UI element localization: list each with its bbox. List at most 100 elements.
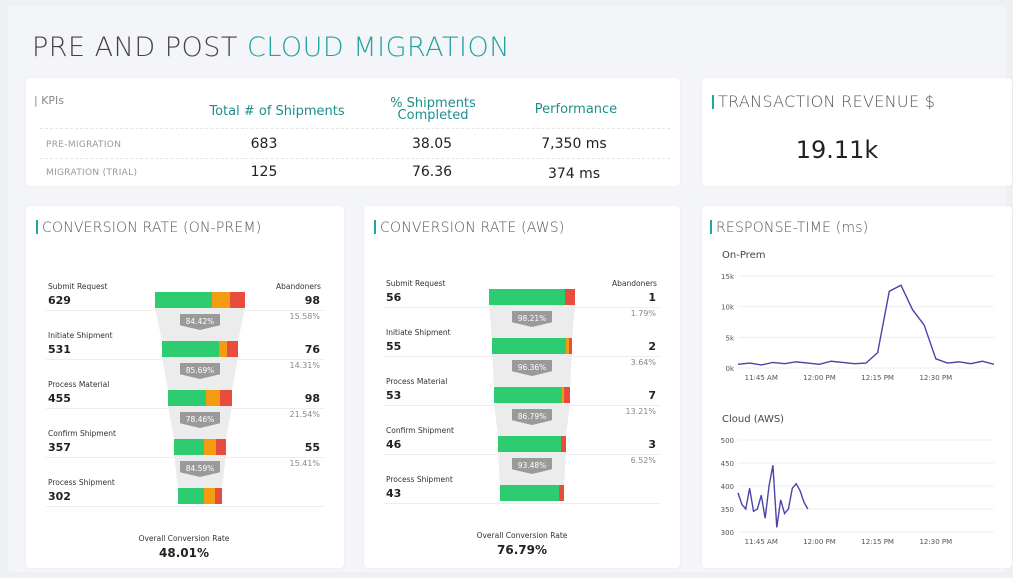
completed-segment — [155, 292, 212, 308]
abandoned-segment — [220, 390, 232, 406]
kpi-pre-completed: 38.05 — [411, 136, 453, 152]
kpi-col-completed: % Shipments Completed — [390, 96, 476, 123]
stage-value: 53 — [386, 389, 402, 402]
stage-value: 455 — [48, 392, 71, 405]
abandoners-percent: 14.31% — [289, 361, 320, 370]
stage-value: 56 — [386, 291, 402, 304]
conversion-onprem-label: CONVERSION RATE (ON-PREM) — [36, 220, 261, 236]
kpi-pre-performance: 7,350 ms — [541, 136, 607, 152]
overall-rate-value: 76.79% — [497, 543, 547, 557]
x-tick-label: 12:00 PM — [803, 538, 836, 546]
revenue-card: TRANSACTION REVENUE $ 19.11k — [702, 78, 1012, 186]
kpi-mig-shipments: 125 — [250, 164, 278, 180]
completed-segment — [178, 488, 205, 504]
pending-segment — [211, 292, 230, 308]
abandoners-percent: 15.41% — [289, 459, 320, 468]
kpi-mig-performance: 374 ms — [547, 166, 601, 182]
funnel-bar — [492, 338, 572, 354]
completed-segment — [174, 439, 205, 455]
x-tick-label: 12:00 PM — [803, 374, 836, 382]
stage-name: Process Material — [386, 377, 448, 386]
stage-name: Initiate Shipment — [48, 331, 113, 340]
completed-segment — [168, 390, 207, 406]
row-divider — [46, 506, 324, 507]
stage-name: Process Shipment — [386, 475, 453, 484]
x-tick-label: 11:45 AM — [745, 374, 778, 382]
conversion-aws-label: CONVERSION RATE (AWS) — [374, 220, 565, 236]
funnel-bar — [494, 387, 570, 403]
abandoners-percent: 6.52% — [630, 456, 656, 465]
pending-segment — [204, 488, 216, 504]
y-tick-label: 0k — [725, 365, 734, 373]
funnel-bar — [168, 390, 232, 406]
kpi-col-performance: Performance — [534, 102, 618, 117]
response-time-card: RESPONSE-TIME (ms) On-Prem 0k 5k 10k 15k 11:… — [702, 206, 1012, 568]
x-tick-label: 12:30 PM — [919, 374, 952, 382]
abandoners-percent: 13.21% — [625, 407, 656, 416]
aws-response-chart: 300 350 400 450 500 11:45 AM 12:00 PM 12:15 PM 1… — [721, 437, 994, 546]
x-tick-label: 12:15 PM — [861, 374, 894, 382]
abandoners-value: 98 — [304, 294, 320, 307]
x-tick-label: 12:30 PM — [919, 538, 952, 546]
response-series-line — [737, 465, 809, 528]
conversion-aws-card: CONVERSION RATE (AWS) Abandoners Overall… — [364, 206, 680, 568]
abandoners-value: 1 — [648, 291, 656, 304]
kpi-row-label-pre: PRE-MIGRATION — [46, 140, 122, 150]
pending-segment — [204, 439, 216, 455]
completed-segment — [489, 289, 565, 305]
response-series-line — [737, 284, 995, 366]
completed-segment — [492, 338, 567, 354]
conversion-onprem-card: CONVERSION RATE (ON-PREM) Abandoners Ove… — [26, 206, 344, 568]
overall-rate-label: Overall Conversion Rate — [476, 531, 568, 540]
stage-name: Submit Request — [386, 279, 446, 288]
funnel-bar — [489, 289, 575, 305]
title-part-2: CLOUD MIGRATION — [246, 32, 510, 63]
stage-value: 357 — [48, 441, 71, 454]
revenue-value: 19.11k — [795, 136, 879, 164]
kpi-card: | KPIs Total # of Shipments % Shipments … — [26, 78, 680, 186]
stage-name: Process Material — [48, 380, 110, 389]
y-tick-label: 300 — [721, 529, 734, 537]
abandoners-percent: 21.54% — [289, 410, 320, 419]
stage-name: Initiate Shipment — [386, 328, 451, 337]
revenue-label: TRANSACTION REVENUE $ — [712, 92, 935, 111]
onprem-response-chart: 0k 5k 10k 15k 11:45 AM 12:00 PM 12:15 PM 12:30 … — [721, 273, 995, 382]
abandoners-value: 55 — [304, 441, 320, 454]
abandoners-value: 76 — [304, 343, 320, 356]
funnel-bar — [498, 436, 566, 452]
kpi-col-shipments: Total # of Shipments — [209, 104, 345, 119]
funnel-bar — [162, 341, 238, 357]
page-title: PRE AND POST CLOUD MIGRATION — [32, 32, 510, 63]
stage-value: 43 — [386, 487, 402, 500]
x-tick-label: 11:45 AM — [745, 538, 778, 546]
abandoned-segment — [568, 338, 572, 354]
completed-segment — [500, 485, 559, 501]
abandoners-header: Abandoners — [612, 279, 657, 288]
stage-name: Submit Request — [48, 282, 108, 291]
y-tick-label: 5k — [725, 334, 734, 342]
abandoners-percent: 3.64% — [630, 358, 656, 367]
y-tick-label: 350 — [721, 506, 734, 514]
abandoners-value: 98 — [304, 392, 320, 405]
aws-chart-title: Cloud (AWS) — [722, 414, 785, 425]
abandoned-segment — [215, 488, 222, 504]
x-tick-label: 12:15 PM — [861, 538, 894, 546]
stage-value: 531 — [48, 343, 71, 356]
y-tick-label: 450 — [721, 460, 734, 468]
abandoned-segment — [215, 439, 226, 455]
y-tick-label: 10k — [721, 304, 735, 312]
overall-rate-value: 48.01% — [159, 546, 209, 560]
abandoned-segment — [561, 436, 566, 452]
overall-rate-label: Overall Conversion Rate — [138, 534, 230, 543]
stage-value: 629 — [48, 294, 71, 307]
onprem-chart-title: On-Prem — [722, 250, 766, 261]
y-tick-label: 400 — [721, 483, 734, 491]
row-divider — [384, 503, 660, 504]
title-part-1: PRE AND POST — [32, 32, 238, 63]
stage-value: 55 — [386, 340, 402, 353]
abandoners-value: 3 — [648, 438, 656, 451]
abandoners-percent: 15.58% — [289, 312, 320, 321]
abandoners-percent: 1.79% — [630, 309, 656, 318]
abandoned-segment — [226, 341, 238, 357]
abandoned-segment — [558, 485, 564, 501]
